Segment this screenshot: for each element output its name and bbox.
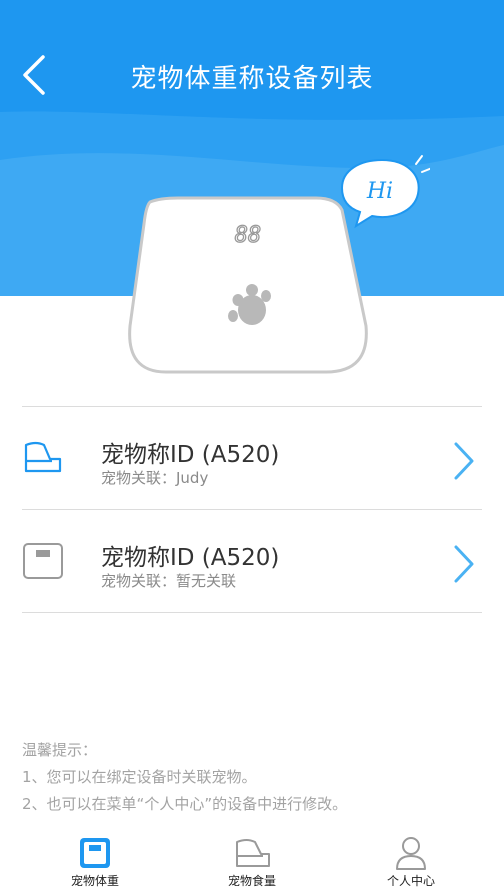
tips-section: 温馨提示： 1、您可以在绑定设备时关联宠物。 2、也可以在菜单“个人中心”的设备… xyxy=(22,737,347,818)
scale-box-icon xyxy=(23,543,63,579)
food-bowl-icon xyxy=(236,839,270,867)
tip-line: 1、您可以在绑定设备时关联宠物。 xyxy=(22,768,257,786)
tab-pet-food[interactable]: 宠物食量 xyxy=(202,836,302,896)
hi-speech-bubble: Hi xyxy=(340,155,430,229)
page-title: 宠物体重称设备列表 xyxy=(130,64,374,94)
chevron-right-icon xyxy=(454,442,474,480)
device-row[interactable]: 宠物称ID (A520) 宠物关联：Judy xyxy=(22,407,482,510)
scale-icon xyxy=(80,838,110,868)
device-list: 宠物称ID (A520) 宠物关联：Judy 宠物称ID (A520) 宠物关联… xyxy=(22,406,482,613)
device-name: 宠物称ID (A520) xyxy=(101,545,280,571)
device-name: 宠物称ID (A520) xyxy=(101,442,280,468)
device-row[interactable]: 宠物称ID (A520) 宠物关联：暂无关联 xyxy=(22,510,482,613)
tab-label: 宠物食量 xyxy=(227,874,276,888)
tips-heading: 温馨提示： xyxy=(22,741,98,759)
scale-display-digits: 88 xyxy=(235,223,262,248)
tab-profile[interactable]: 个人中心 xyxy=(361,836,461,896)
scale-illustration: 88 Hi xyxy=(128,155,430,374)
bubble-text: Hi xyxy=(366,179,393,204)
tip-line: 2、也可以在菜单“个人中心”的设备中进行修改。 xyxy=(22,795,348,813)
tab-label: 宠物体重 xyxy=(70,874,119,888)
person-icon xyxy=(396,837,426,870)
tab-label: 个人中心 xyxy=(386,874,435,888)
bottom-tab-bar: 宠物体重 宠物食量 个人中心 xyxy=(0,832,504,896)
chevron-right-icon xyxy=(454,545,474,583)
device-pet-association: 宠物关联：Judy xyxy=(101,469,209,487)
nav-header: 宠物体重称设备列表 xyxy=(0,40,504,110)
scale-tray-icon xyxy=(24,441,62,473)
device-pet-association: 宠物关联：暂无关联 xyxy=(101,572,237,590)
tab-pet-weight[interactable]: 宠物体重 xyxy=(45,836,145,896)
